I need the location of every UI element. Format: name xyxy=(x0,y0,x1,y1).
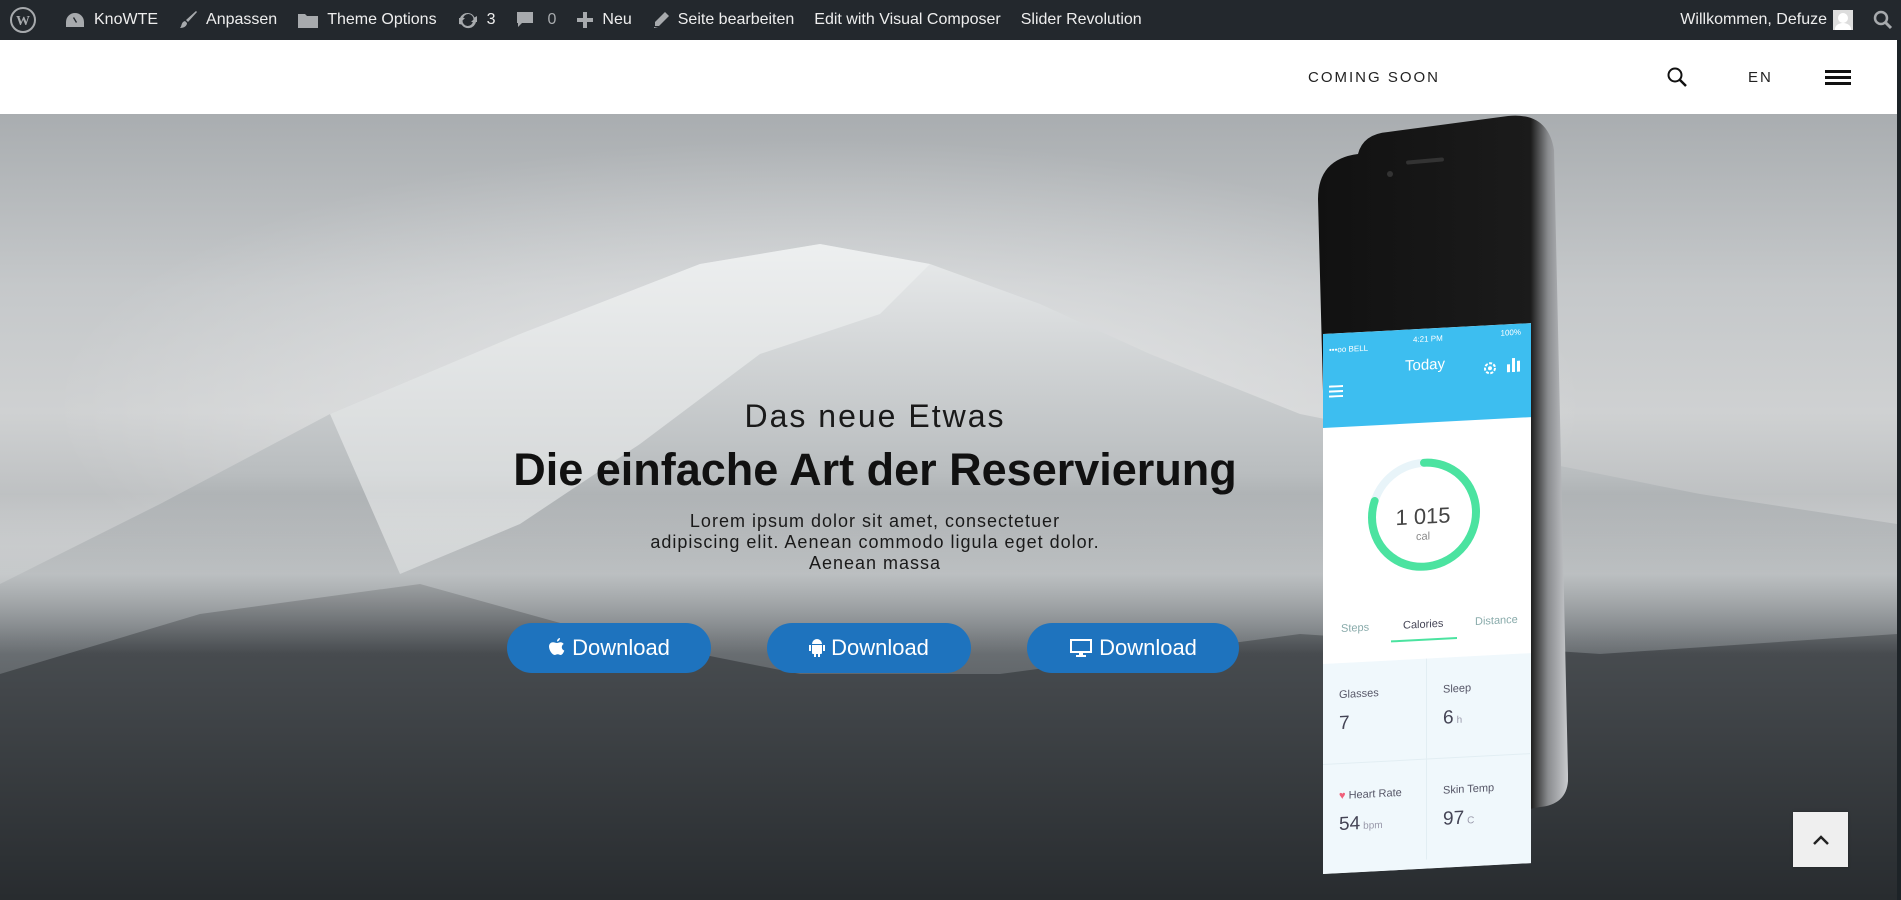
new-content-link[interactable]: Neu xyxy=(566,0,641,40)
visual-composer-label: Edit with Visual Composer xyxy=(814,11,1001,28)
new-label: Neu xyxy=(602,11,632,28)
stat-glasses: Glasses 7 xyxy=(1323,658,1427,765)
app-title: Today xyxy=(1405,355,1446,375)
menu-bar xyxy=(1825,70,1851,73)
stat-label: ♥ Heart Rate xyxy=(1339,786,1402,803)
download-android-button[interactable]: Download xyxy=(767,623,971,673)
pencil-icon xyxy=(653,12,669,28)
edit-page-link[interactable]: Seite bearbeiten xyxy=(642,0,805,40)
updates-count: 3 xyxy=(486,11,496,28)
plus-icon xyxy=(577,12,594,28)
stats-grid: Glasses 7 Sleep 6h ♥ Heart Rate 54 bpm Sk… xyxy=(1323,653,1531,874)
hero-text-line: adipiscing elit. Aenean commodo ligula e… xyxy=(650,532,1100,552)
phone-carrier: •••oo BELL xyxy=(1329,343,1369,355)
site-name-label: KnoWTE xyxy=(94,11,159,28)
customize-label: Anpassen xyxy=(206,11,278,28)
hero-section: Das neue Etwas Die einfache Art der Rese… xyxy=(0,114,1897,900)
slider-revolution-link[interactable]: Slider Revolution xyxy=(1011,0,1152,40)
hero-text: Lorem ipsum dolor sit amet, consectetuer… xyxy=(620,511,1130,574)
phone-screen: •••oo BELL 4:21 PM 100% Today 1 015 cal … xyxy=(1323,323,1531,874)
stat-value: 6h xyxy=(1443,707,1463,729)
chevron-up-icon xyxy=(1812,834,1829,845)
site-header: COMING SOON EN xyxy=(0,40,1897,114)
hero-text-line: Lorem ipsum dolor sit amet, consectetuer xyxy=(689,511,1061,531)
stat-skin-temp: Skin Temp 97 C xyxy=(1427,754,1530,859)
download-desktop-button[interactable]: Download xyxy=(1027,623,1239,673)
visual-composer-link[interactable]: Edit with Visual Composer xyxy=(804,0,1010,40)
refresh-icon xyxy=(458,12,477,29)
admin-bar: W KnoWTE Anpassen Theme Options 3 0 Neu … xyxy=(0,0,1901,40)
menu-icon xyxy=(1329,384,1343,398)
mountain-background xyxy=(0,244,1897,900)
customize-link[interactable]: Anpassen xyxy=(168,0,287,40)
stat-value: 97 C xyxy=(1443,807,1475,830)
hamburger-menu-button[interactable] xyxy=(1825,70,1851,88)
stat-heart-rate: ♥ Heart Rate 54 bpm xyxy=(1323,759,1427,865)
wordpress-logo-button[interactable]: W xyxy=(0,0,54,40)
dashboard-icon xyxy=(66,13,84,27)
paintbrush-icon xyxy=(180,11,198,28)
download-label: Download xyxy=(572,635,670,660)
download-label: Download xyxy=(831,635,929,660)
account-menu[interactable]: Willkommen, Defuze xyxy=(1670,0,1863,40)
stat-value: 54 bpm xyxy=(1339,813,1383,836)
phone-time: 4:21 PM xyxy=(1413,333,1443,345)
gear-icon xyxy=(1484,362,1496,375)
updates-link[interactable]: 3 xyxy=(447,0,506,40)
tab-distance[interactable]: Distance xyxy=(1475,614,1518,628)
stat-label: Glasses xyxy=(1339,687,1379,702)
stat-sleep: Sleep 6h xyxy=(1427,653,1530,760)
menu-bar xyxy=(1825,76,1851,79)
slider-revolution-label: Slider Revolution xyxy=(1020,11,1142,28)
comment-icon xyxy=(517,12,534,27)
nav-item-coming-soon[interactable]: COMING SOON xyxy=(1308,69,1440,86)
hero-subtitle: Das neue Etwas xyxy=(744,398,1006,434)
theme-options-link[interactable]: Theme Options xyxy=(287,0,446,40)
site-name-link[interactable]: KnoWTE xyxy=(54,0,168,40)
svg-text:W: W xyxy=(16,14,30,29)
stat-label: Sleep xyxy=(1443,682,1472,696)
stat-label: Skin Temp xyxy=(1443,782,1495,797)
language-switcher[interactable]: EN xyxy=(1748,69,1773,86)
edit-page-label: Seite bearbeiten xyxy=(677,11,795,28)
admin-search-button[interactable] xyxy=(1863,0,1901,40)
search-icon xyxy=(1667,67,1687,87)
desktop-icon xyxy=(1070,639,1093,657)
search-icon xyxy=(1873,10,1893,30)
comments-count: 0 xyxy=(547,11,557,28)
active-tab-indicator xyxy=(1391,636,1457,643)
tab-calories[interactable]: Calories xyxy=(1403,618,1443,632)
theme-options-label: Theme Options xyxy=(327,11,437,28)
comments-link[interactable]: 0 xyxy=(505,0,566,40)
android-icon xyxy=(809,639,826,657)
header-search-button[interactable] xyxy=(1666,66,1688,93)
hero-title: Die einfache Art der Reservierung xyxy=(513,444,1237,495)
hero-text-line: Aenean massa xyxy=(808,553,942,573)
menu-bar xyxy=(1825,82,1851,85)
apple-icon xyxy=(549,638,565,655)
download-label: Download xyxy=(1099,635,1197,660)
phone-battery: 100% xyxy=(1500,327,1521,338)
app-tabs: Steps Calories Distance xyxy=(1323,613,1531,635)
download-ios-button[interactable]: Download xyxy=(507,623,711,673)
greeting-label: Willkommen, Defuze xyxy=(1680,11,1827,28)
stat-value: 7 xyxy=(1339,712,1350,735)
bar-chart-icon xyxy=(1507,357,1520,373)
wordpress-icon: W xyxy=(10,7,36,33)
app-header: •••oo BELL 4:21 PM 100% Today xyxy=(1323,323,1531,428)
tab-steps[interactable]: Steps xyxy=(1341,622,1369,635)
avatar xyxy=(1833,10,1853,30)
back-to-top-button[interactable] xyxy=(1793,812,1848,867)
folder-icon xyxy=(298,14,319,28)
